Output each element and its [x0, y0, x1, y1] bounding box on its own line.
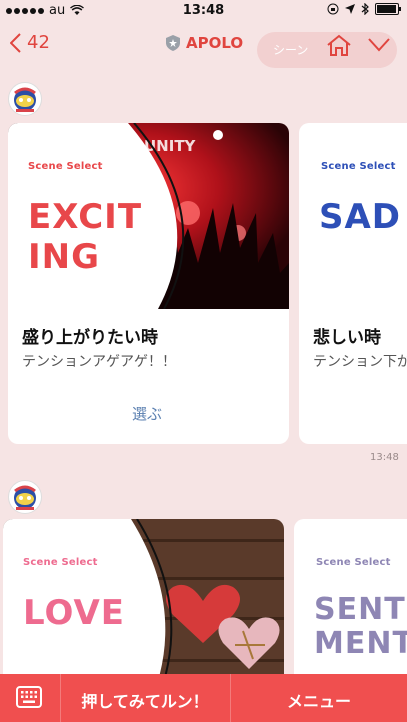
apolo-bot-icon: [14, 485, 36, 510]
scene-card-exciting[interactable]: UNITY Scene Select EXCIT ING 盛り上がりたい時 テン…: [8, 123, 289, 444]
back-button[interactable]: 42: [10, 32, 50, 53]
scene-select-label: Scene Select: [316, 557, 391, 568]
scene-carousel-1[interactable]: UNITY Scene Select EXCIT ING 盛り上がりたい時 テン…: [0, 123, 407, 445]
menu-button[interactable]: メニュー: [231, 688, 407, 712]
bluetooth-icon: [361, 3, 369, 15]
scene-big-text: SAD: [319, 197, 402, 237]
choose-button[interactable]: 選ぶ: [132, 403, 162, 424]
scene-select-label: Scene Select: [28, 161, 103, 172]
chevron-down-icon[interactable]: [368, 38, 390, 52]
bottom-bar: 押してみてルン！ メニュー: [0, 674, 407, 722]
nav-bar: 42 APOLO シーン: [0, 22, 407, 68]
verified-shield-icon: [166, 35, 180, 51]
status-bar: au 13:48: [0, 0, 407, 22]
push-button[interactable]: 押してみてルン！: [60, 688, 230, 712]
card-subtitle: テンションアゲアゲ！！: [22, 354, 176, 370]
scene-big-text: LOVE: [23, 593, 125, 633]
keyboard-icon[interactable]: [16, 686, 42, 708]
location-icon: [345, 4, 355, 14]
card-subtitle: テンション下が: [313, 354, 407, 370]
scene-big-text: SENTI MENTA: [314, 592, 407, 661]
bot-avatar[interactable]: [8, 480, 42, 514]
back-count: 42: [27, 32, 50, 53]
scene-card-sentimental[interactable]: Scene Select SENTI MENTA: [294, 519, 407, 674]
rotation-lock-icon: [327, 3, 339, 15]
scene-carousel-2[interactable]: Scene Select LOVE Scene Select SENTI MEN…: [0, 519, 407, 674]
scene-pill-label: シーン: [273, 43, 309, 57]
scene-big-text: EXCIT ING: [28, 197, 143, 277]
card-title: 盛り上がりたい時: [22, 328, 158, 348]
card-title: 悲しい時: [313, 328, 381, 348]
scene-card-sad[interactable]: Scene Select SAD 悲しい時 テンション下が: [299, 123, 407, 444]
apolo-bot-icon: [14, 87, 36, 112]
chevron-left-icon: [10, 32, 21, 53]
bot-avatar[interactable]: [8, 82, 42, 116]
battery-icon: [375, 3, 401, 15]
scene-select-label: Scene Select: [23, 557, 98, 568]
scene-card-love[interactable]: Scene Select LOVE: [3, 519, 284, 674]
scene-select-label: Scene Select: [321, 161, 396, 172]
page-title-text: APOLO: [186, 34, 244, 52]
page-title: APOLO: [166, 34, 243, 52]
message-timestamp: 13:48: [370, 452, 399, 463]
home-icon[interactable]: [326, 34, 352, 56]
